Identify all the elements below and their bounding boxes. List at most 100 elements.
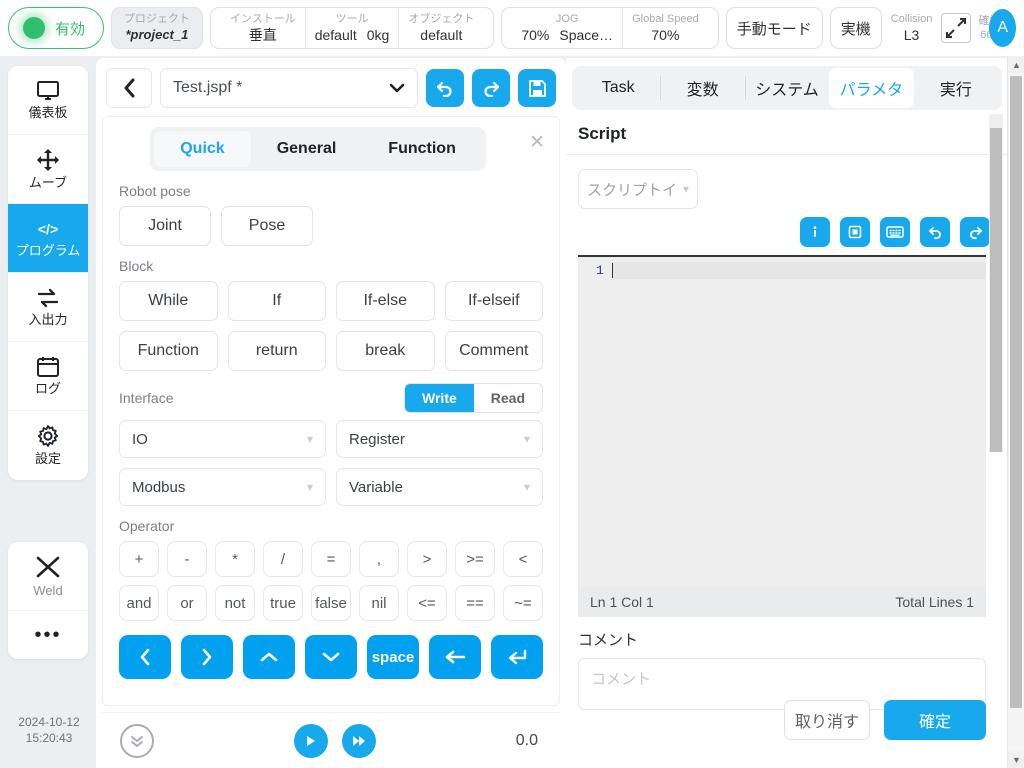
pose-button[interactable]: Pose [221, 206, 313, 246]
page-scrollbar[interactable]: ▲ ▼ [1007, 56, 1024, 768]
code-editor[interactable]: 1 [578, 255, 986, 587]
write-option[interactable]: Write [405, 384, 474, 412]
install-tool-object-group[interactable]: インストール 垂直 ツール default 0kg オブジェクト default [209, 7, 495, 49]
joint-button[interactable]: Joint [119, 206, 211, 246]
sidebar-item-settings[interactable]: 設定 [8, 411, 88, 480]
install-segment[interactable]: インストール 垂直 [221, 8, 305, 48]
tab-execute[interactable]: 実行 [914, 68, 998, 108]
global-speed-segment[interactable]: Global Speed 70% [622, 8, 708, 48]
key-backspace-button[interactable] [429, 635, 481, 679]
scroll-down-icon[interactable]: ▼ [1008, 751, 1024, 768]
key-enter-button[interactable] [491, 635, 543, 679]
collision-indicator[interactable]: Collision L3 [889, 12, 935, 44]
block-ifelse-button[interactable]: If-else [336, 281, 435, 321]
file-selector[interactable]: Test.jspf * [160, 68, 418, 108]
playback-controls [293, 723, 376, 758]
tab-system[interactable]: システム [744, 68, 829, 108]
variable-select[interactable]: Variable ▾ [336, 468, 543, 506]
key-down-button[interactable] [305, 635, 357, 679]
io-select[interactable]: IO ▾ [119, 420, 326, 458]
scroll-up-icon[interactable]: ▲ [1008, 56, 1024, 73]
key-right-button[interactable] [181, 635, 233, 679]
object-segment[interactable]: オブジェクト default [398, 8, 483, 48]
operator-not-equal[interactable]: ~= [503, 585, 543, 621]
manual-mode-button[interactable]: 手動モード [725, 7, 823, 49]
tab-variables[interactable]: 変数 [660, 68, 744, 108]
project-selector[interactable]: プロジェクト *project_1 [110, 7, 203, 49]
tab-function[interactable]: Function [362, 131, 482, 167]
fullscreen-icon[interactable] [941, 13, 972, 43]
operator-minus[interactable]: - [167, 541, 207, 577]
block-function-button[interactable]: Function [119, 331, 218, 371]
block-break-button[interactable]: break [336, 331, 435, 371]
sidebar-item-more[interactable]: ••• [8, 611, 88, 659]
info-icon[interactable] [800, 217, 830, 247]
keyboard-icon[interactable] [880, 217, 910, 247]
undo-button[interactable] [426, 69, 464, 107]
tab-parameters[interactable]: パラメタ [829, 68, 914, 108]
operator-and[interactable]: and [119, 585, 159, 621]
operator-multiply[interactable]: * [215, 541, 255, 577]
block-ifelseif-button[interactable]: If-elseif [444, 281, 543, 321]
operator-comma[interactable]: , [359, 541, 399, 577]
undo-icon[interactable] [920, 217, 950, 247]
status-indicator[interactable]: 有効 [8, 7, 104, 49]
block-if-button[interactable]: If [227, 281, 326, 321]
redo-button[interactable] [472, 69, 510, 107]
jog-speed-group[interactable]: JOG 70% Space… Global Speed 70% [501, 7, 719, 49]
cancel-button[interactable]: 取り消す [784, 700, 870, 740]
modbus-select[interactable]: Modbus ▾ [119, 468, 326, 506]
operator-nil[interactable]: nil [359, 585, 399, 621]
close-icon[interactable]: ✕ [523, 127, 549, 152]
operator-greater[interactable]: > [407, 541, 447, 577]
operator-or[interactable]: or [167, 585, 207, 621]
sidebar-item-io[interactable]: 入出力 [8, 273, 88, 342]
operator-assign[interactable]: = [311, 541, 351, 577]
operator-less-equal[interactable]: <= [407, 585, 447, 621]
confirm-button[interactable]: 確定 [884, 700, 986, 740]
script-type-select[interactable]: スクリプトイ ▾ [578, 169, 698, 209]
tab-general[interactable]: General [251, 131, 363, 167]
sidebar-item-dashboard[interactable]: 儀表板 [8, 66, 88, 135]
write-read-toggle[interactable]: Write Read [404, 383, 543, 413]
block-return-button[interactable]: return [227, 331, 326, 371]
editor-scrollbar[interactable] [989, 114, 1003, 452]
page-scrollbar-thumb[interactable] [1010, 76, 1022, 708]
avatar[interactable]: A [989, 9, 1016, 47]
key-left-button[interactable] [119, 635, 171, 679]
back-button[interactable] [106, 68, 152, 108]
fast-forward-button[interactable] [341, 723, 376, 758]
operator-true[interactable]: true [263, 585, 303, 621]
key-space-button[interactable]: space [367, 635, 419, 679]
interface-header: Interface Write Read [119, 383, 543, 413]
jog-segment[interactable]: JOG 70% Space… [512, 8, 622, 48]
operator-greater-equal[interactable]: >= [455, 541, 495, 577]
comment-label: コメント [578, 632, 639, 649]
operator-not[interactable]: not [215, 585, 255, 621]
tab-quick[interactable]: Quick [154, 131, 251, 167]
stop-icon[interactable] [840, 217, 870, 247]
sidebar-item-program[interactable]: </> プログラム [8, 204, 88, 273]
chevron-double-down-icon[interactable] [120, 723, 154, 758]
operator-divide[interactable]: / [263, 541, 303, 577]
register-select[interactable]: Register ▾ [336, 420, 543, 458]
play-button[interactable] [293, 723, 328, 758]
operator-less[interactable]: < [503, 541, 543, 577]
operator-false[interactable]: false [311, 585, 351, 621]
operator-plus[interactable]: + [119, 541, 159, 577]
key-up-button[interactable] [243, 635, 295, 679]
redo-icon[interactable] [960, 217, 990, 247]
save-button[interactable] [518, 69, 556, 107]
read-option[interactable]: Read [474, 384, 542, 412]
operator-equals[interactable]: == [455, 585, 495, 621]
tool-segment[interactable]: ツール default 0kg [304, 8, 399, 48]
block-while-button[interactable]: While [119, 281, 218, 321]
editor-scrollbar-thumb[interactable] [990, 128, 1002, 452]
sidebar-item-log[interactable]: ログ [8, 342, 88, 411]
block-comment-button[interactable]: Comment [444, 331, 543, 371]
tab-task[interactable]: Task [576, 71, 660, 105]
chevron-down-icon [389, 83, 405, 93]
real-machine-button[interactable]: 実機 [829, 7, 882, 49]
sidebar-item-move[interactable]: ムーブ [8, 135, 88, 204]
sidebar-item-weld[interactable]: Weld [8, 542, 88, 611]
